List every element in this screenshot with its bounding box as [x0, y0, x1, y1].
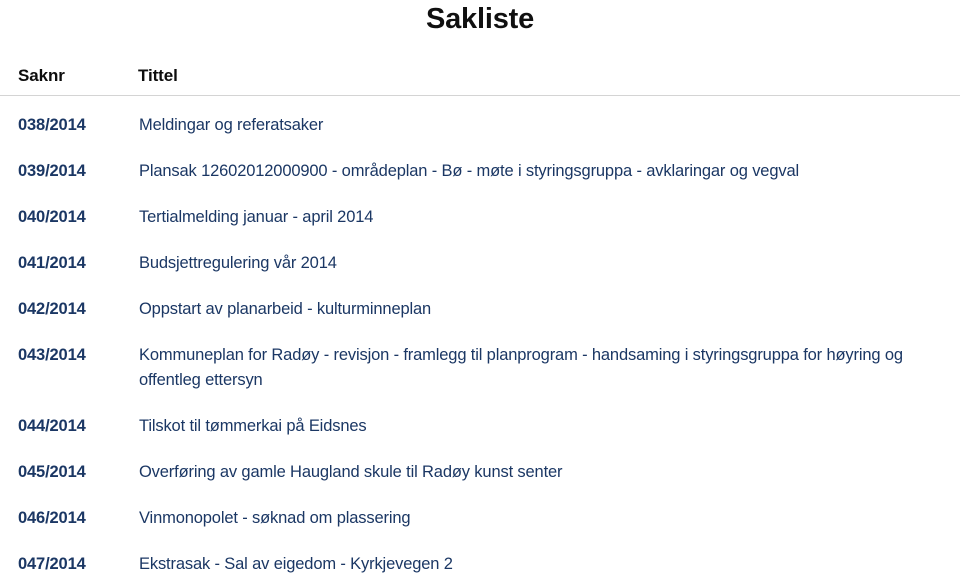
cell-saknr: 043/2014: [0, 330, 138, 401]
column-header-saknr: Saknr: [0, 66, 138, 96]
cell-tittel: Tilskot til tømmerkai på Eidsnes: [138, 401, 960, 447]
cell-saknr: 040/2014: [0, 192, 138, 238]
cell-tittel: Vinmonopolet - søknad om plassering: [138, 493, 960, 539]
column-header-tittel: Tittel: [138, 66, 960, 96]
cell-saknr: 039/2014: [0, 146, 138, 192]
cell-saknr: 042/2014: [0, 284, 138, 330]
cell-tittel: Kommuneplan for Radøy - revisjon - framl…: [138, 330, 960, 401]
agenda-table: Saknr Tittel 038/2014Meldingar og refera…: [0, 66, 960, 585]
table-row: 045/2014Overføring av gamle Haugland sku…: [0, 447, 960, 493]
cell-saknr: 044/2014: [0, 401, 138, 447]
document-page: Sakliste Saknr Tittel 038/2014Meldingar …: [0, 0, 960, 578]
table-row: 039/2014Plansak 12602012000900 - områdep…: [0, 146, 960, 192]
table-row: 046/2014Vinmonopolet - søknad om plasser…: [0, 493, 960, 539]
table-row: 044/2014Tilskot til tømmerkai på Eidsnes: [0, 401, 960, 447]
cell-tittel: Tertialmelding januar - april 2014: [138, 192, 960, 238]
table-body: 038/2014Meldingar og referatsaker039/201…: [0, 96, 960, 585]
cell-tittel: Plansak 12602012000900 - områdeplan - Bø…: [138, 146, 960, 192]
table-header-row: Saknr Tittel: [0, 66, 960, 96]
cell-saknr: 038/2014: [0, 96, 138, 147]
cell-tittel: Oppstart av planarbeid - kulturminneplan: [138, 284, 960, 330]
cell-saknr: 046/2014: [0, 493, 138, 539]
cell-saknr: 041/2014: [0, 238, 138, 284]
cell-saknr: 047/2014: [0, 539, 138, 585]
table-row: 041/2014Budsjettregulering vår 2014: [0, 238, 960, 284]
table-row: 043/2014Kommuneplan for Radøy - revisjon…: [0, 330, 960, 401]
table-row: 047/2014Ekstrasak - Sal av eigedom - Kyr…: [0, 539, 960, 585]
table-row: 042/2014Oppstart av planarbeid - kulturm…: [0, 284, 960, 330]
cell-tittel: Ekstrasak - Sal av eigedom - Kyrkjevegen…: [138, 539, 960, 585]
cell-tittel: Meldingar og referatsaker: [138, 96, 960, 147]
table-header: Saknr Tittel: [0, 66, 960, 96]
cell-tittel: Budsjettregulering vår 2014: [138, 238, 960, 284]
cell-tittel: Overføring av gamle Haugland skule til R…: [138, 447, 960, 493]
cell-saknr: 045/2014: [0, 447, 138, 493]
table-row: 038/2014Meldingar og referatsaker: [0, 96, 960, 147]
table-row: 040/2014Tertialmelding januar - april 20…: [0, 192, 960, 238]
page-title: Sakliste: [0, 0, 960, 38]
